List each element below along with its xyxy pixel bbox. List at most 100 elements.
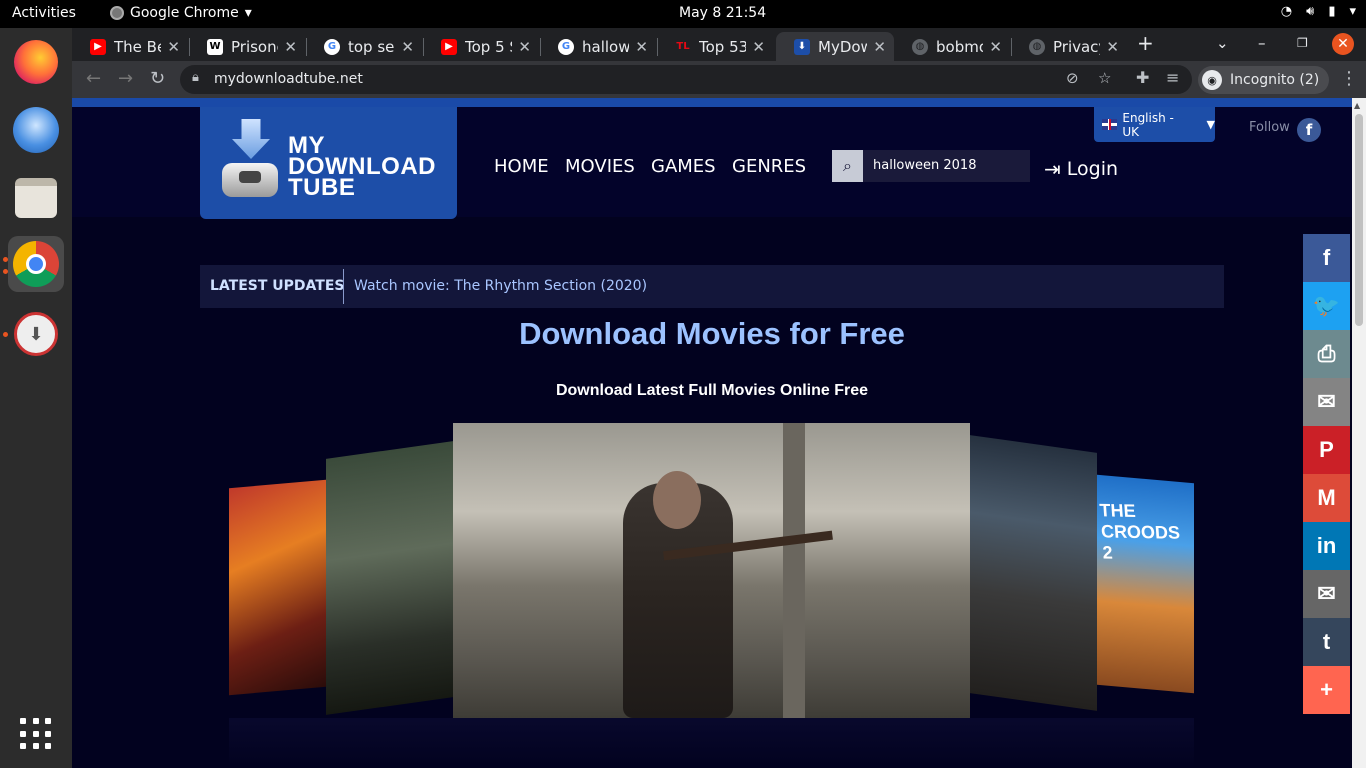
forward-icon[interactable]: →: [118, 68, 133, 89]
scrollbar-thumb[interactable]: [1355, 114, 1363, 326]
back-icon[interactable]: ←: [86, 68, 101, 89]
tab-active[interactable]: ⬇ MyDow ✕: [776, 32, 894, 61]
dock-installer[interactable]: ⬇: [8, 306, 64, 362]
close-icon[interactable]: ✕: [873, 38, 886, 56]
email-icon[interactable]: ✉: [1303, 378, 1350, 426]
url-text[interactable]: mydownloadtube.net: [214, 71, 363, 87]
incognito-icon: ◉: [1202, 70, 1222, 90]
clock[interactable]: May 8 21:54: [679, 5, 766, 21]
page-scrollbar[interactable]: ▲: [1352, 98, 1366, 768]
dock-firefox[interactable]: [8, 34, 64, 90]
system-tray[interactable]: ◔ 🔊︎ ▮ ▾: [1281, 4, 1356, 19]
close-icon[interactable]: ✕: [167, 38, 180, 56]
twitter-icon[interactable]: 🐦: [1303, 282, 1350, 330]
media-control-icon[interactable]: ≡: [1166, 68, 1179, 87]
chrome-menu-icon[interactable]: ⋮: [1340, 68, 1358, 89]
facebook-icon[interactable]: f: [1303, 234, 1350, 282]
pinterest-icon[interactable]: P: [1303, 426, 1350, 474]
chrome-icon: [13, 241, 59, 287]
activities-button[interactable]: Activities: [12, 5, 76, 21]
tab[interactable]: TL Top 53 I ✕: [657, 32, 773, 61]
search-input[interactable]: halloween 2018: [873, 158, 976, 173]
tumblr-icon[interactable]: t: [1303, 618, 1350, 666]
download-drive-icon: [222, 119, 278, 197]
youtube-icon: ▶: [90, 38, 106, 55]
search-icon[interactable]: ⌕: [832, 150, 863, 182]
nav-genres[interactable]: GENRES: [732, 156, 806, 177]
login-link[interactable]: ⇥ Login: [1044, 157, 1118, 181]
nav-games[interactable]: GAMES: [651, 156, 716, 177]
tab-label: Prisone: [231, 37, 278, 56]
youtube-icon: ▶: [441, 38, 457, 55]
maximize-icon[interactable]: ❐: [1297, 36, 1308, 50]
close-icon[interactable]: ✕: [284, 38, 297, 56]
tab-strip: ▶ The Bes ✕ W Prisone ✕ G top seri ✕ ▶ T…: [72, 28, 1366, 61]
tab[interactable]: ▶ The Bes ✕: [72, 32, 188, 61]
movie-poster[interactable]: THE CROODS 2: [1097, 474, 1194, 694]
dock-chrome[interactable]: [8, 236, 64, 292]
bookmark-star-icon[interactable]: ☆: [1098, 69, 1111, 87]
wifi-icon: ◔: [1280, 4, 1293, 19]
close-icon[interactable]: ✕: [989, 38, 1002, 56]
dock-thunderbird[interactable]: [8, 102, 64, 158]
nav-home[interactable]: HOME: [494, 156, 549, 177]
thunderbird-icon: [13, 107, 59, 153]
featured-movie-poster[interactable]: [453, 423, 970, 718]
latest-update-link[interactable]: Watch movie: The Rhythm Section (2020): [354, 278, 647, 294]
print-icon[interactable]: ⎙: [1303, 330, 1350, 378]
dock-files[interactable]: [8, 170, 64, 226]
login-label: Login: [1066, 158, 1119, 180]
extensions-icon[interactable]: ✚: [1136, 68, 1149, 87]
nav-movies[interactable]: MOVIES: [565, 156, 635, 177]
files-icon: [15, 178, 57, 218]
volume-icon: 🔊︎: [1306, 4, 1315, 19]
app-name: Google Chrome: [130, 5, 239, 21]
gmail-icon[interactable]: M: [1303, 474, 1350, 522]
site-logo[interactable]: MY DOWNLOAD TUBE: [200, 107, 457, 219]
tab[interactable]: G top seri ✕: [306, 32, 422, 61]
firefox-icon: [14, 40, 58, 84]
linkedin-icon[interactable]: in: [1303, 522, 1350, 570]
tracking-protection-icon[interactable]: ⊘: [1066, 69, 1079, 87]
close-icon[interactable]: ✕: [401, 38, 414, 56]
language-selector[interactable]: English - UK ▼: [1094, 107, 1215, 142]
lock-icon[interactable]: 🔒︎: [192, 70, 199, 85]
site-header: MY DOWNLOAD TUBE HOME MOVIES GAMES GENRE…: [72, 107, 1352, 219]
movie-poster[interactable]: [229, 479, 326, 696]
address-bar[interactable]: 🔒︎ mydownloadtube.net ⊘ ☆: [180, 65, 1192, 94]
minimize-icon[interactable]: –: [1258, 34, 1266, 52]
follow-label: Follow: [1249, 120, 1290, 135]
installer-icon: ⬇: [14, 312, 58, 356]
tab-label: top seri: [348, 37, 395, 56]
mailru-icon[interactable]: ✉: [1303, 570, 1350, 618]
movie-poster[interactable]: [326, 441, 453, 715]
latest-updates-bar: LATEST UPDATES Watch movie: The Rhythm S…: [200, 265, 1224, 308]
uk-flag-icon: [1102, 119, 1118, 130]
tab-label: hallowe: [582, 37, 630, 56]
incognito-badge[interactable]: ◉ Incognito (2): [1198, 66, 1330, 94]
close-icon[interactable]: ✕: [635, 38, 648, 56]
movie-poster[interactable]: [970, 435, 1097, 711]
new-tab-button[interactable]: +: [1137, 31, 1154, 55]
window-close-icon[interactable]: ✕: [1332, 33, 1354, 55]
tl-icon: TL: [675, 38, 691, 55]
incognito-label: Incognito (2): [1230, 72, 1320, 88]
scroll-up-icon[interactable]: ▲: [1354, 101, 1360, 110]
tab[interactable]: ◍ bobmo ✕: [894, 32, 1010, 61]
show-apps-icon[interactable]: [20, 718, 52, 750]
site-search[interactable]: ⌕ halloween 2018: [832, 150, 1030, 182]
close-icon[interactable]: ✕: [752, 38, 765, 56]
close-icon[interactable]: ✕: [1106, 38, 1119, 56]
facebook-follow-icon[interactable]: f: [1297, 118, 1321, 142]
close-icon[interactable]: ✕: [518, 38, 531, 56]
more-icon[interactable]: +: [1303, 666, 1350, 714]
tab[interactable]: ▶ Top 5 S ✕: [423, 32, 539, 61]
reload-icon[interactable]: ↻: [150, 68, 165, 89]
tab[interactable]: G hallowe ✕: [540, 32, 656, 61]
tab[interactable]: ◍ Privacy ✕: [1011, 32, 1127, 61]
battery-icon: ▮: [1328, 4, 1336, 19]
app-menu[interactable]: Google Chrome ▾: [110, 5, 252, 21]
tab-label: Top 53 I: [699, 37, 747, 56]
tab-search-icon[interactable]: ⌄: [1216, 34, 1229, 52]
tab[interactable]: W Prisone ✕: [189, 32, 305, 61]
